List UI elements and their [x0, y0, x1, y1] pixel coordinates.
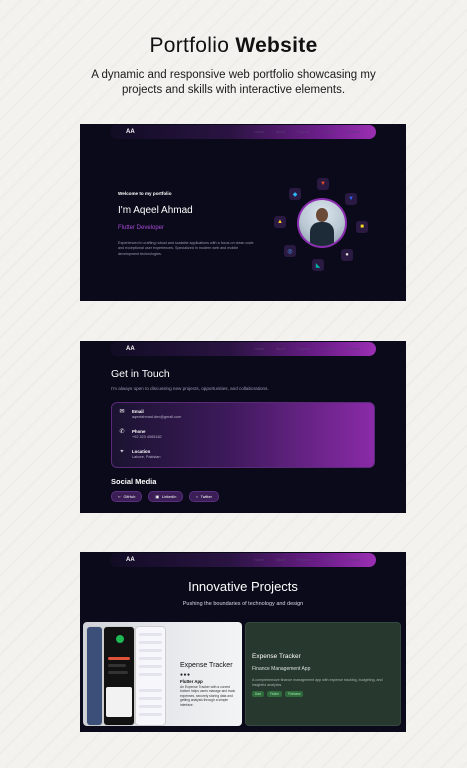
projects-title: Innovative Projects [188, 579, 298, 594]
project-preview[interactable]: Expense Tracker ●●● Flutter App An Expen… [83, 622, 242, 726]
project-description: A comprehensive finance management app w… [252, 678, 383, 687]
contact-location: ⌖ Location Lahore, Pakistan [119, 449, 161, 459]
contact-phone[interactable]: ✆ Phone +92 323 4065182 [119, 429, 162, 439]
nav-link-home[interactable]: Home [254, 130, 264, 134]
app-screenshot-2 [103, 626, 135, 726]
page-title-light: Portfolio [149, 34, 230, 57]
nav-link-projects[interactable]: Projects [297, 130, 310, 134]
page-subtitle: A dynamic and responsive web portfolio s… [91, 69, 376, 96]
nav-logo[interactable]: AA [126, 346, 135, 352]
email-icon: ✉ [119, 409, 125, 415]
javascript-icon: ■ [356, 221, 368, 233]
twitter-label: Twitter [200, 494, 212, 499]
github-button[interactable]: ‹› GitHub [111, 491, 143, 502]
navbar: AA Home About Projects Contact Resume [110, 125, 376, 139]
contact-location-value: Lahore, Pakistan [132, 455, 161, 459]
project-title: Expense Tracker [252, 653, 301, 660]
hero-screenshot: AA Home About Projects Contact Resume We… [80, 124, 406, 301]
twitter-button[interactable]: ▪ Twitter [189, 491, 219, 502]
nav-link-about[interactable]: About [276, 130, 285, 134]
nav-link-about[interactable]: About [276, 347, 285, 351]
html5-icon: ▼ [317, 178, 329, 190]
projects-lead: Pushing the boundaries of technology and… [182, 601, 304, 607]
chat-icon: ▪ [196, 494, 198, 499]
social-title: Social Media [111, 477, 157, 486]
tag-dart: Dart [252, 691, 265, 697]
tag-flutter: Flutter [267, 691, 283, 697]
hero-description: Experienced in crafting robust and scala… [118, 241, 254, 256]
contact-phone-label: Phone [132, 429, 146, 434]
nav-links: Home About Projects Contact Resume [254, 130, 360, 134]
nav-link-contact[interactable]: Contact [322, 347, 334, 351]
projects-screenshot: AA Home About Projects Contact Resume In… [80, 552, 406, 732]
github-icon: ● [341, 249, 353, 261]
nav-link-resume[interactable]: Resume [347, 558, 360, 562]
hero-name: I'm Aqeel Ahmad [118, 205, 193, 216]
avatar [297, 198, 347, 248]
code-icon: ‹› [118, 494, 121, 499]
nav-link-projects[interactable]: Projects [297, 558, 310, 562]
contact-lead: I'm always open to discussing new projec… [111, 386, 269, 391]
nav-logo[interactable]: AA [126, 557, 135, 563]
nav-link-resume[interactable]: Resume [347, 347, 360, 351]
page-title: Portfolio Website [0, 34, 467, 58]
preview-title: Expense Tracker [180, 662, 233, 669]
linkedin-label: LinkedIn [161, 494, 177, 499]
nav-links: Home About Projects Contact Resume [254, 558, 360, 562]
nav-links: Home About Projects Contact Resume [254, 347, 360, 351]
tech-orbit: ◆ ▼ ▼ ■ ● ◣ ◎ ▲ [270, 176, 374, 272]
linkedin-button[interactable]: ▣ LinkedIn [148, 491, 184, 502]
dart-icon: ◣ [312, 259, 324, 271]
github-label: GitHub [123, 494, 136, 499]
project-card[interactable]: Expense Tracker Finance Management App A… [245, 622, 401, 726]
nav-link-home[interactable]: Home [254, 347, 264, 351]
navbar: AA Home About Projects Contact Resume [110, 342, 376, 356]
briefcase-icon: ▣ [155, 495, 159, 499]
nav-link-about[interactable]: About [276, 558, 285, 562]
project-tags: Dart Flutter Firebase [252, 691, 304, 697]
preview-dots: ●●● [180, 672, 191, 678]
preview-subtitle: Flutter App [180, 679, 203, 684]
css3-icon: ▼ [345, 193, 357, 205]
firebase-icon: ▲ [274, 216, 286, 228]
contact-screenshot: AA Home About Projects Contact Resume Ge… [80, 341, 406, 513]
navbar: AA Home About Projects Contact Resume [110, 553, 376, 567]
contact-email-label: Email [132, 409, 144, 414]
nav-logo[interactable]: AA [126, 129, 135, 135]
contact-email[interactable]: ✉ Email aqeelahmad.dev@gmail.com [119, 409, 181, 419]
app-screenshot-1 [86, 626, 103, 726]
nav-link-contact[interactable]: Contact [322, 130, 334, 134]
contact-card: ✉ Email aqeelahmad.dev@gmail.com ✆ Phone… [111, 402, 375, 468]
contact-title: Get in Touch [111, 368, 170, 380]
contact-location-label: Location [132, 449, 151, 454]
phone-icon: ✆ [119, 429, 125, 435]
flutter-icon: ◆ [289, 188, 301, 200]
app-screenshot-3 [135, 626, 166, 726]
project-subtitle: Finance Management App [252, 666, 311, 672]
hero-role: Flutter Developer [118, 225, 165, 231]
contact-email-value: aqeelahmad.dev@gmail.com [132, 415, 182, 419]
tag-firebase: Firebase [285, 691, 304, 697]
react-icon: ◎ [284, 245, 296, 257]
nav-link-resume[interactable]: Resume [347, 130, 360, 134]
page-title-bold: Website [235, 34, 318, 57]
nav-link-home[interactable]: Home [254, 558, 264, 562]
preview-description: An Expense Tracker with a curved bottom … [180, 685, 236, 707]
contact-phone-value: +92 323 4065182 [132, 435, 162, 439]
nav-link-projects[interactable]: Projects [297, 347, 310, 351]
hero-welcome: Welcome to my portfolio [118, 191, 172, 196]
nav-link-contact[interactable]: Contact [322, 558, 334, 562]
social-links: ‹› GitHub ▣ LinkedIn ▪ Twitter [111, 491, 219, 502]
location-icon: ⌖ [120, 449, 124, 455]
